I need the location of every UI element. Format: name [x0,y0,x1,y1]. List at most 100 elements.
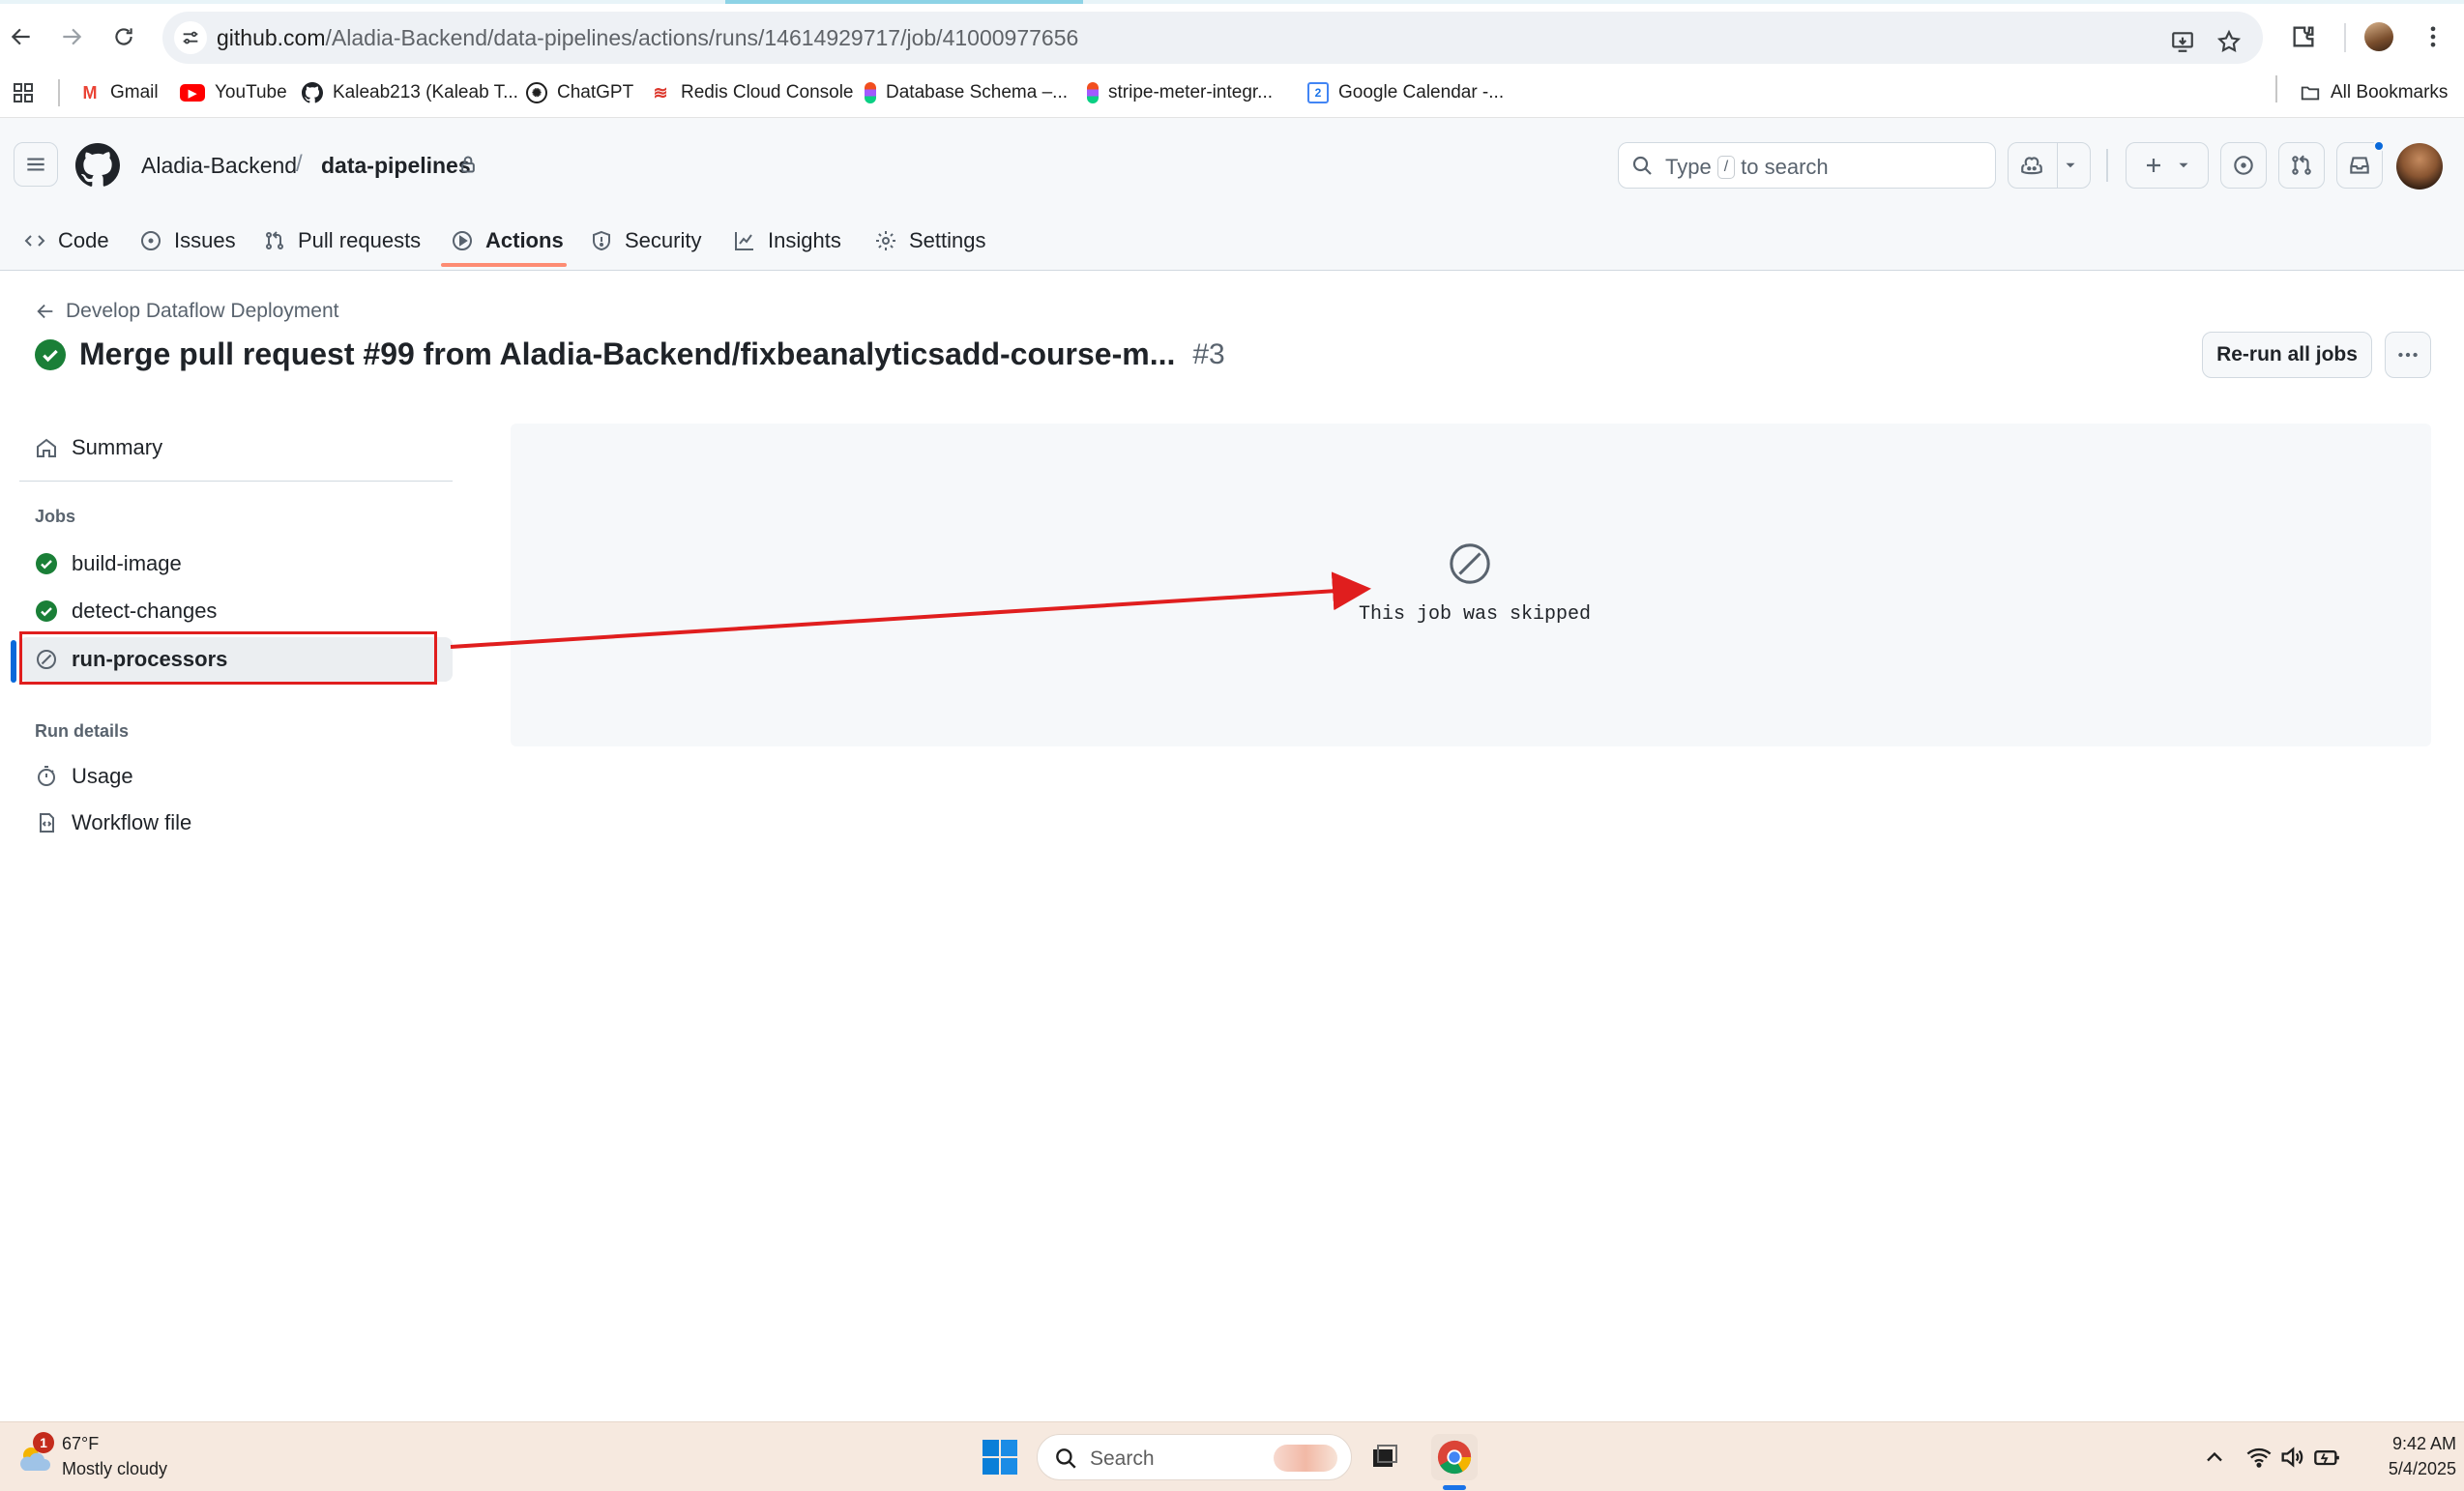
profile-avatar-small[interactable] [2360,17,2398,56]
active-app-indicator [1443,1485,1466,1490]
bookmark-github[interactable]: Kaleab213 (Kaleab T... [302,77,518,108]
run-title-row: Merge pull request #99 from Aladia-Backe… [35,336,1225,372]
search-highlight-image [1274,1445,1337,1472]
breadcrumb-repo[interactable]: data-pipelines [321,153,471,179]
github-logo-icon[interactable] [75,143,120,188]
install-app-icon[interactable] [2166,25,2199,58]
rerun-all-jobs-button[interactable]: Re-run all jobs [2202,332,2372,378]
bookmark-stripe-meter[interactable]: stripe-meter-integr... [1087,77,1273,108]
jobs-heading: Jobs [35,507,76,526]
plus-icon [2147,159,2160,172]
annotation-highlight-box [19,631,437,685]
site-info-icon[interactable] [174,21,207,54]
stopwatch-icon [38,766,55,786]
bookmark-star-icon[interactable] [2213,25,2245,58]
bookmark-chatgpt[interactable]: ✺ ChatGPT [526,77,633,108]
figma-icon [865,82,876,103]
chevron-up-icon[interactable] [2201,1444,2228,1471]
run-number: #3 [1192,337,1225,370]
github-header: Aladia-Backend / data-pipelines Type / to … [0,118,2464,271]
figma-icon [1087,82,1099,103]
lock-icon [458,155,478,174]
browser-toolbar: github.com/Aladia-Backend/data-pipelines… [0,4,2464,68]
success-check-icon [36,600,57,622]
windows-start-icon[interactable] [981,1438,1019,1476]
clock-date[interactable]: 5/4/2025 [2360,1459,2456,1479]
forward-icon[interactable] [52,17,91,56]
file-code-icon [40,813,54,833]
code-icon [24,235,45,247]
arrow-left-icon [37,304,53,319]
bookmarks-bar: M Gmail ▶ YouTube Kaleab213 (Kaleab T...… [0,68,2464,118]
bookmark-redis[interactable]: ≋ Redis Cloud Console [650,77,853,108]
sidebar-job-build-image[interactable]: build-image [19,541,453,586]
job-skipped-message: This job was skipped [1359,603,1592,626]
pull-request-icon [266,231,283,249]
user-avatar[interactable] [2396,143,2443,190]
tab-insights[interactable]: Insights [733,211,841,271]
tab-pull-requests[interactable]: Pull requests [263,211,421,271]
issues-icon[interactable] [2220,142,2267,189]
back-icon[interactable] [2,17,41,56]
workflow-back-link[interactable]: Develop Dataflow Deployment [35,300,338,323]
home-icon [37,438,56,457]
graph-icon [735,232,753,250]
calendar-icon: 2 [1307,82,1329,103]
weather-description[interactable]: Mostly cloudy [62,1459,167,1479]
weather-temperature[interactable]: 67°F [62,1434,99,1454]
battery-icon[interactable] [2313,1444,2340,1471]
tab-settings[interactable]: Settings [874,211,986,271]
taskbar-search-box[interactable]: Search [1037,1434,1352,1480]
sidebar-summary[interactable]: Summary [19,425,453,470]
create-new-button[interactable] [2126,142,2209,189]
bookmark-google-calendar[interactable]: 2 Google Calendar -... [1307,77,1504,108]
clock-time[interactable]: 9:42 AM [2360,1434,2456,1454]
more-options-icon[interactable] [2385,332,2431,378]
address-bar[interactable]: github.com/Aladia-Backend/data-pipelines… [162,12,2263,64]
search-icon [1632,156,1652,175]
volume-icon[interactable] [2278,1444,2305,1471]
reload-icon[interactable] [104,17,143,56]
tab-code[interactable]: Code [23,211,109,271]
bookmark-gmail[interactable]: M Gmail [79,77,159,108]
chevron-down-icon [2066,162,2075,168]
sidebar-workflow-file[interactable]: Workflow file [19,801,453,845]
issue-icon [141,231,161,250]
success-check-icon [36,553,57,574]
play-icon [453,231,472,250]
chrome-taskbar-icon[interactable] [1431,1434,1478,1480]
tab-issues[interactable]: Issues [139,211,236,271]
extensions-icon[interactable] [2284,17,2323,56]
breadcrumb-owner[interactable]: Aladia-Backend [141,153,297,179]
page-title: Merge pull request #99 from Aladia-Backe… [79,336,1176,371]
sidebar-job-detect-changes[interactable]: detect-changes [19,589,453,633]
chevron-down-icon [2179,162,2188,168]
success-check-icon [35,338,66,370]
search-icon [1056,1448,1076,1469]
task-view-icon[interactable] [1362,1434,1408,1480]
hamburger-menu-icon[interactable] [14,142,58,187]
bookmark-youtube[interactable]: ▶ YouTube [180,77,287,108]
wifi-icon[interactable] [2245,1444,2273,1471]
bookmark-database-schema[interactable]: Database Schema –... [865,77,1068,108]
pull-requests-icon[interactable] [2278,142,2325,189]
chrome-menu-icon[interactable] [2414,17,2452,56]
copilot-button[interactable] [2008,142,2091,189]
chatgpt-icon: ✺ [526,82,547,103]
active-tab-indicator [441,263,567,267]
url-text[interactable]: github.com/Aladia-Backend/data-pipelines… [217,25,1078,51]
windows-taskbar: 1 67°F Mostly cloudy Search 9:42 AM 5/4/… [0,1421,2464,1491]
github-icon [302,82,323,103]
copilot-icon [2021,157,2042,175]
sidebar-usage[interactable]: Usage [19,754,453,799]
apps-grid-icon[interactable] [12,77,35,108]
all-bookmarks[interactable]: All Bookmarks [2300,77,2448,108]
tab-actions[interactable]: Actions [451,211,564,271]
github-search-input[interactable]: Type / to search [1618,142,1996,189]
selected-job-indicator [11,640,16,683]
gmail-icon: M [82,82,98,102]
skipped-icon [1448,541,1492,586]
youtube-icon: ▶ [180,84,205,102]
tab-security[interactable]: Security [590,211,701,271]
run-details-heading: Run details [35,721,130,741]
